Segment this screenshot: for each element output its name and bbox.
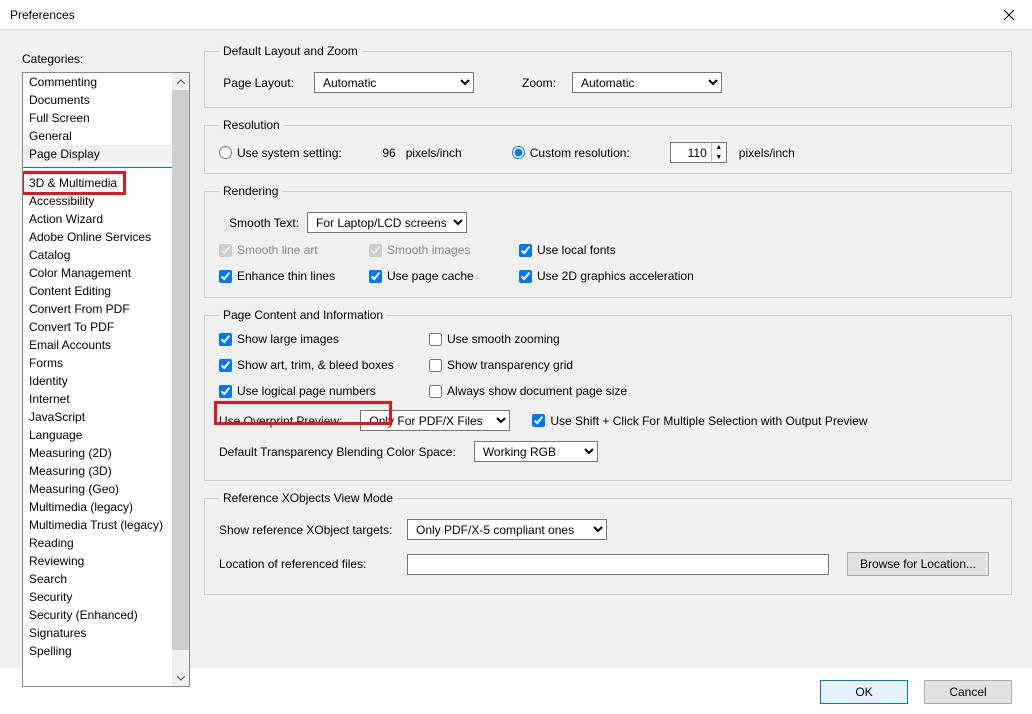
- category-item[interactable]: Action Wizard: [23, 210, 172, 228]
- category-item[interactable]: Measuring (Geo): [23, 480, 172, 498]
- category-item[interactable]: Convert From PDF: [23, 300, 172, 318]
- blend-space-select[interactable]: Working RGB: [474, 441, 598, 462]
- use-2d-accel-check[interactable]: Use 2D graphics acceleration: [519, 269, 997, 283]
- zoom-label: Zoom:: [512, 76, 556, 90]
- categories-label: Categories:: [22, 52, 83, 66]
- category-item[interactable]: Catalog: [23, 246, 172, 264]
- use-logical-page-numbers-check[interactable]: Use logical page numbers: [219, 384, 429, 398]
- page-layout-select[interactable]: Automatic: [314, 72, 474, 93]
- category-item[interactable]: Commenting: [23, 73, 172, 91]
- browse-location-button[interactable]: Browse for Location...: [847, 552, 989, 576]
- category-item[interactable]: Accessibility: [23, 192, 172, 210]
- scroll-up-button[interactable]: [172, 73, 189, 90]
- always-show-doc-page-size-check[interactable]: Always show document page size: [429, 384, 997, 398]
- close-icon: [1004, 10, 1014, 20]
- overprint-label: Use Overprint Preview:: [219, 414, 342, 428]
- category-item[interactable]: Convert To PDF: [23, 318, 172, 336]
- spin-up[interactable]: ▲: [712, 143, 726, 153]
- zoom-select[interactable]: Automatic: [572, 72, 722, 93]
- category-item[interactable]: Content Editing: [23, 282, 172, 300]
- cancel-button[interactable]: Cancel: [924, 680, 1012, 704]
- category-item[interactable]: Page Display: [23, 145, 172, 163]
- category-item[interactable]: Measuring (3D): [23, 462, 172, 480]
- xobj-targets-select[interactable]: Only PDF/X-5 compliant ones: [407, 519, 607, 540]
- system-ppi-value: 96: [346, 146, 396, 160]
- legend-resolution: Resolution: [219, 118, 284, 132]
- close-button[interactable]: [986, 0, 1032, 30]
- category-item[interactable]: Identity: [23, 372, 172, 390]
- legend-layout: Default Layout and Zoom: [219, 44, 362, 58]
- use-shift-click-check[interactable]: Use Shift + Click For Multiple Selection…: [532, 414, 867, 428]
- smooth-line-art-check: Smooth line art: [219, 243, 369, 257]
- custom-ppi-unit: pixels/inch: [739, 146, 795, 160]
- smooth-text-label: Smooth Text:: [219, 216, 299, 230]
- group-rendering: Rendering Smooth Text: For Laptop/LCD sc…: [204, 184, 1012, 298]
- category-item[interactable]: Signatures: [23, 624, 172, 642]
- chevron-up-icon: [177, 78, 185, 86]
- category-item[interactable]: Spelling: [23, 642, 172, 660]
- category-item[interactable]: 3D & Multimedia: [23, 174, 172, 192]
- category-item[interactable]: JavaScript: [23, 408, 172, 426]
- category-item[interactable]: Internet: [23, 390, 172, 408]
- group-resolution: Resolution Use system setting: 96 pixels…: [204, 118, 1012, 174]
- legend-page-content: Page Content and Information: [219, 308, 387, 322]
- custom-ppi-spinner[interactable]: ▲▼: [670, 142, 727, 163]
- scroll-down-button[interactable]: [172, 669, 189, 686]
- categories-listbox[interactable]: CommentingDocumentsFull ScreenGeneralPag…: [22, 72, 190, 687]
- category-item[interactable]: Forms: [23, 354, 172, 372]
- titlebar: Preferences: [0, 0, 1032, 30]
- category-item[interactable]: Multimedia (legacy): [23, 498, 172, 516]
- scrollbar[interactable]: [172, 73, 189, 686]
- show-large-images-check[interactable]: Show large images: [219, 332, 429, 346]
- xobj-location-field[interactable]: [407, 554, 829, 575]
- category-item[interactable]: Multimedia Trust (legacy): [23, 516, 172, 534]
- spin-down[interactable]: ▼: [712, 153, 726, 163]
- xobj-targets-label: Show reference XObject targets:: [219, 523, 399, 537]
- category-item[interactable]: General: [23, 127, 172, 145]
- use-smooth-zooming-check[interactable]: Use smooth zooming: [429, 332, 997, 346]
- category-item[interactable]: Search: [23, 570, 172, 588]
- category-item[interactable]: Documents: [23, 91, 172, 109]
- chevron-down-icon: [177, 674, 185, 682]
- use-local-fonts-check[interactable]: Use local fonts: [519, 243, 997, 257]
- category-separator: [23, 167, 172, 168]
- use-system-setting-radio[interactable]: Use system setting:: [219, 146, 342, 160]
- custom-ppi-input[interactable]: [671, 143, 711, 162]
- scrollbar-thumb[interactable]: [172, 90, 189, 650]
- group-xobjects: Reference XObjects View Mode Show refere…: [204, 491, 1012, 595]
- page-layout-label: Page Layout:: [219, 76, 294, 90]
- smooth-text-select[interactable]: For Laptop/LCD screens: [307, 212, 467, 233]
- category-item[interactable]: Adobe Online Services: [23, 228, 172, 246]
- enhance-thin-lines-check[interactable]: Enhance thin lines: [219, 269, 369, 283]
- window-title: Preferences: [10, 8, 75, 22]
- show-transparency-grid-check[interactable]: Show transparency grid: [429, 358, 997, 372]
- category-item[interactable]: Full Screen: [23, 109, 172, 127]
- use-page-cache-check[interactable]: Use page cache: [369, 269, 519, 283]
- category-item[interactable]: Measuring (2D): [23, 444, 172, 462]
- system-ppi-unit: pixels/inch: [406, 146, 462, 160]
- group-page-content: Page Content and Information Show large …: [204, 308, 1012, 481]
- legend-rendering: Rendering: [219, 184, 282, 198]
- category-item[interactable]: Reviewing: [23, 552, 172, 570]
- ok-button[interactable]: OK: [820, 680, 908, 704]
- category-item[interactable]: Color Management: [23, 264, 172, 282]
- xobj-location-label: Location of referenced files:: [219, 557, 399, 571]
- category-item[interactable]: Language: [23, 426, 172, 444]
- group-default-layout: Default Layout and Zoom Page Layout: Aut…: [204, 44, 1012, 108]
- custom-resolution-radio[interactable]: Custom resolution:: [512, 146, 630, 160]
- legend-xobjects: Reference XObjects View Mode: [219, 491, 397, 505]
- overprint-select[interactable]: Only For PDF/X Files: [360, 410, 510, 431]
- category-item[interactable]: Email Accounts: [23, 336, 172, 354]
- show-art-trim-bleed-check[interactable]: Show art, trim, & bleed boxes: [219, 358, 429, 372]
- category-item[interactable]: Security (Enhanced): [23, 606, 172, 624]
- category-item[interactable]: Security: [23, 588, 172, 606]
- blend-space-label: Default Transparency Blending Color Spac…: [219, 445, 456, 459]
- category-item[interactable]: Reading: [23, 534, 172, 552]
- smooth-images-check: Smooth images: [369, 243, 519, 257]
